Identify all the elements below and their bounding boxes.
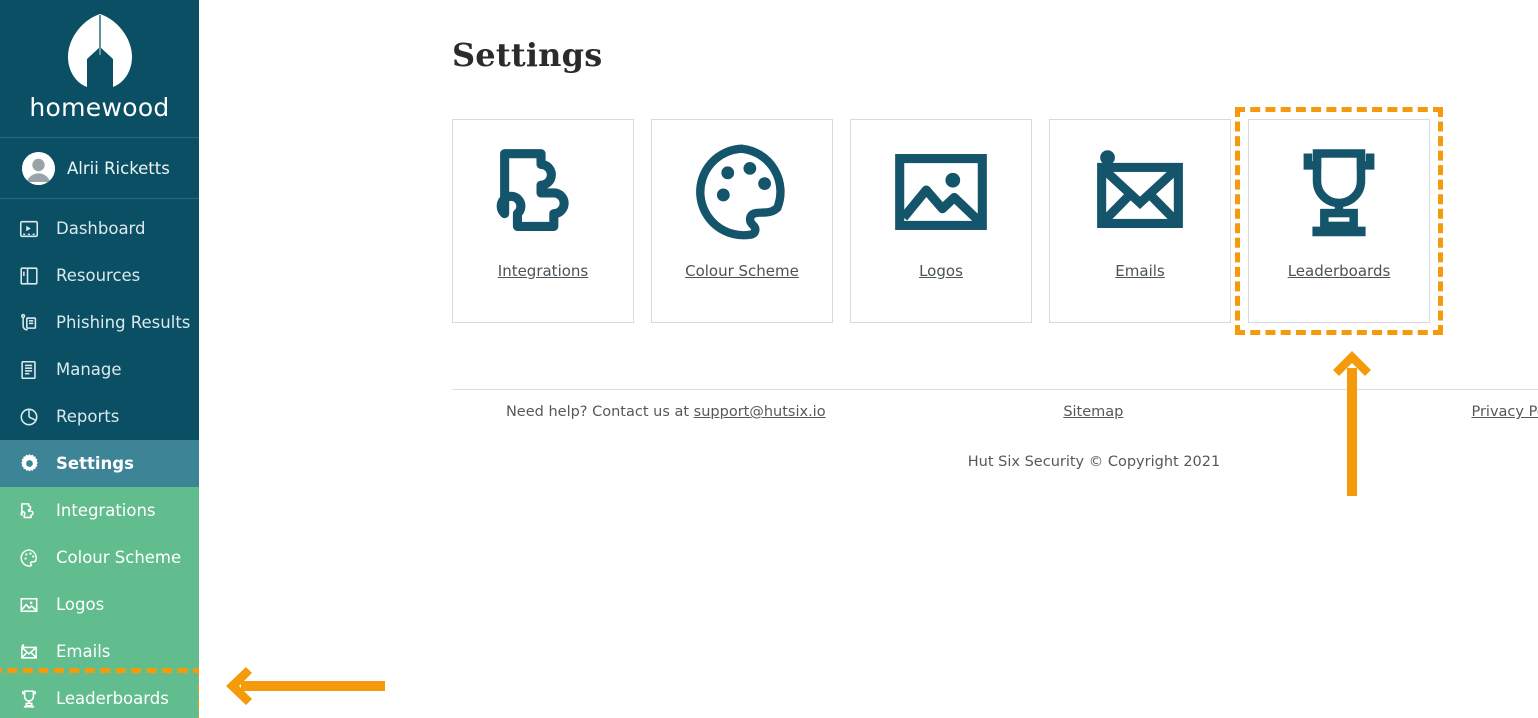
footer-divider: [452, 389, 1538, 390]
settings-card-colour-scheme[interactable]: Colour Scheme: [651, 119, 833, 323]
envelope-icon: [16, 639, 42, 665]
dashboard-icon: [16, 216, 42, 242]
sitemap-link[interactable]: Sitemap: [1063, 404, 1123, 420]
sidebar-item-leaderboards[interactable]: Leaderboards: [0, 675, 199, 718]
image-icon: [16, 592, 42, 618]
trophy-icon: [16, 686, 42, 712]
sidebar-item-colour-scheme[interactable]: Colour Scheme: [0, 534, 199, 581]
sidebar-item-label: Dashboard: [56, 219, 146, 238]
sidebar-item-label: Integrations: [56, 501, 156, 520]
footer-help-prefix: Need help? Contact us at: [505, 404, 694, 420]
sidebar-item-settings[interactable]: Settings: [0, 440, 199, 487]
sidebar-item-label: Colour Scheme: [56, 548, 182, 567]
sidebar-nav: Dashboard Resources Phishing Results Man…: [0, 199, 199, 718]
user-name: Alrii Ricketts: [67, 158, 170, 178]
palette-icon: [16, 545, 42, 571]
image-icon: [882, 126, 1000, 258]
sidebar-item-reports[interactable]: Reports: [0, 393, 199, 440]
page-title: Settings: [452, 36, 603, 74]
settings-card-label: Leaderboards: [1287, 262, 1391, 280]
settings-card-label: Emails: [1115, 262, 1165, 280]
sidebar-item-resources[interactable]: Resources: [0, 252, 199, 299]
sidebar-item-dashboard[interactable]: Dashboard: [0, 205, 199, 252]
app-root: homewood Alrii Ricketts Dashboard Resour…: [0, 0, 1538, 718]
settings-card-label: Colour Scheme: [685, 262, 799, 280]
brand-logo[interactable]: homewood: [0, 0, 199, 137]
puzzle-icon: [484, 126, 602, 258]
sidebar-item-label: Resources: [56, 266, 141, 285]
puzzle-icon: [16, 498, 42, 524]
sidebar-item-label: Phishing Results: [56, 313, 191, 332]
avatar: [22, 151, 55, 185]
settings-card-label: Logos: [919, 262, 963, 280]
settings-card-grid: Integrations Colour Scheme Logos Emails …: [452, 107, 1443, 335]
envelope-icon: [1081, 126, 1199, 258]
sidebar-item-manage[interactable]: Manage: [0, 346, 199, 393]
resources-icon: [16, 263, 42, 289]
settings-card-label: Integrations: [497, 262, 589, 280]
manage-icon: [16, 357, 42, 383]
sidebar-item-logos[interactable]: Logos: [0, 581, 199, 628]
main-content: Settings Integrations Colour Scheme Logo…: [199, 0, 1538, 718]
sidebar-item-phishing-results[interactable]: Phishing Results: [0, 299, 199, 346]
palette-icon: [683, 126, 801, 258]
sidebar-item-label: Reports: [56, 407, 120, 426]
brand-name: homewood: [29, 93, 170, 122]
reports-icon: [16, 404, 42, 430]
sidebar-item-label: Leaderboards: [56, 689, 169, 708]
user-profile[interactable]: Alrii Ricketts: [0, 137, 199, 199]
phishing-results-icon: [16, 310, 42, 336]
annotation-arrow-up: [1333, 351, 1371, 496]
settings-card-integrations[interactable]: Integrations: [452, 119, 634, 323]
support-email-link[interactable]: support@hutsix.io: [694, 404, 826, 420]
settings-card-logos[interactable]: Logos: [850, 119, 1032, 323]
sidebar: homewood Alrii Ricketts Dashboard Resour…: [0, 0, 199, 718]
sidebar-item-label: Logos: [56, 595, 105, 614]
sidebar-item-integrations[interactable]: Integrations: [0, 487, 199, 534]
sidebar-item-label: Settings: [56, 454, 134, 473]
user-avatar-icon: [22, 151, 55, 185]
settings-card-emails[interactable]: Emails: [1049, 119, 1231, 323]
sidebar-item-label: Emails: [56, 642, 111, 661]
footer: Need help? Contact us at support@hutsix.…: [452, 404, 1538, 420]
footer-help: Need help? Contact us at support@hutsix.…: [452, 404, 880, 420]
settings-card-leaderboards[interactable]: Leaderboards: [1235, 107, 1443, 335]
gear-icon: [16, 451, 42, 477]
privacy-policy-link[interactable]: Privacy Policy: [1471, 404, 1538, 420]
trophy-icon: [1284, 126, 1394, 258]
homewood-leaf-house-logo-icon: [67, 14, 132, 87]
sidebar-item-emails[interactable]: Emails: [0, 628, 199, 675]
footer-copyright: Hut Six Security © Copyright 2021: [967, 454, 1221, 470]
footer-privacy: Privacy Policy: [1307, 404, 1538, 420]
sidebar-item-label: Manage: [56, 360, 122, 379]
footer-sitemap: Sitemap: [880, 404, 1308, 420]
